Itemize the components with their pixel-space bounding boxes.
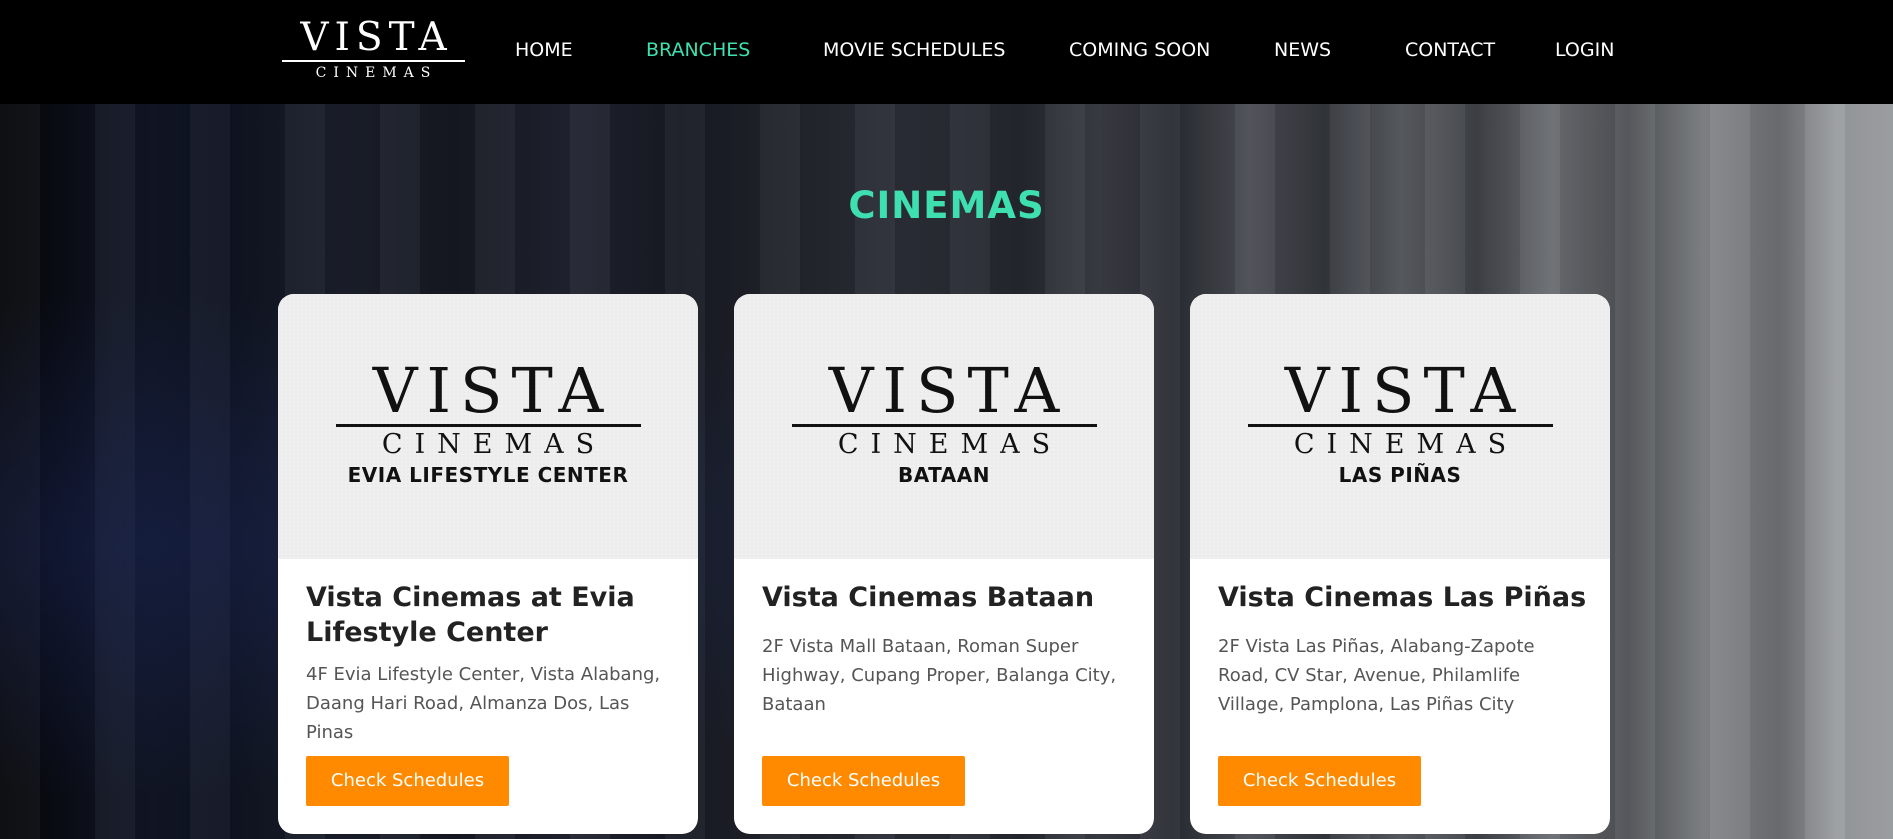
logo-wordmark: VISTA	[828, 354, 1069, 427]
top-navbar: VISTA CINEMAS HOME BRANCHES MOVIE SCHEDU…	[0, 0, 1893, 104]
cinema-title: Vista Cinemas Bataan	[762, 582, 1095, 613]
cinema-card-evia: VISTA CINEMAS EVIA LIFESTYLE CENTER Vist…	[278, 294, 698, 834]
cinema-card-las-pinas: VISTA CINEMAS LAS PIÑAS Vista Cinemas La…	[1190, 294, 1610, 834]
check-schedules-button[interactable]: Check Schedules	[1218, 756, 1421, 806]
vista-cinemas-branch-logo: VISTA CINEMAS EVIA LIFESTYLE CENTER	[278, 360, 698, 488]
nav-contact[interactable]: CONTACT	[1405, 38, 1495, 62]
check-schedules-button[interactable]: Check Schedules	[306, 756, 509, 806]
cinema-logo-image: VISTA CINEMAS LAS PIÑAS	[1190, 294, 1610, 559]
nav-news[interactable]: NEWS	[1274, 38, 1331, 62]
nav-home[interactable]: HOME	[515, 38, 573, 62]
cinema-title: Vista Cinemas Las Piñas	[1218, 582, 1587, 613]
nav-branches[interactable]: BRANCHES	[646, 38, 750, 62]
logo-subtext: CINEMAS	[1293, 429, 1519, 460]
vista-cinemas-logo[interactable]: VISTA CINEMAS	[282, 18, 465, 82]
nav-coming-soon[interactable]: COMING SOON	[1069, 38, 1210, 62]
cinema-address: 2F Vista Mall Bataan, Roman Super Highwa…	[762, 636, 1117, 715]
logo-subtext: CINEMAS	[315, 65, 438, 81]
vista-cinemas-branch-logo: VISTA CINEMAS BATAAN	[734, 360, 1154, 488]
logo-branch-name: LAS PIÑAS	[1338, 463, 1462, 487]
logo-branch-name: BATAAN	[898, 463, 990, 487]
logo-wordmark: VISTA	[1284, 354, 1525, 427]
cinema-card-bataan: VISTA CINEMAS BATAAN Vista Cinemas Bataa…	[734, 294, 1154, 834]
nav-login[interactable]: LOGIN	[1555, 38, 1614, 62]
cinema-address: 4F Evia Lifestyle Center, Vista Alabang,…	[306, 664, 661, 743]
check-schedules-button[interactable]: Check Schedules	[762, 756, 965, 806]
logo-branch-name: EVIA LIFESTYLE CENTER	[347, 463, 629, 487]
cinema-logo-image: VISTA CINEMAS EVIA LIFESTYLE CENTER	[278, 294, 698, 559]
logo-divider	[282, 60, 465, 62]
nav-movie-schedules[interactable]: MOVIE SCHEDULES	[823, 38, 1005, 62]
cinema-logo-image: VISTA CINEMAS BATAAN	[734, 294, 1154, 559]
cinema-address: 2F Vista Las Piñas, Alabang-Zapote Road,…	[1218, 636, 1535, 715]
logo-wordmark: VISTA	[372, 354, 613, 427]
section-title: CINEMAS	[848, 184, 1045, 227]
branches-section: CINEMAS VISTA CINEMAS EVIA LIFESTYLE CEN…	[0, 104, 1893, 839]
cinema-title: Vista Cinemas at Evia Lifestyle Center	[306, 582, 635, 648]
vista-cinemas-branch-logo: VISTA CINEMAS LAS PIÑAS	[1190, 360, 1610, 488]
logo-subtext: CINEMAS	[837, 429, 1063, 460]
logo-wordmark: VISTA	[300, 15, 453, 60]
logo-subtext: CINEMAS	[381, 429, 607, 460]
